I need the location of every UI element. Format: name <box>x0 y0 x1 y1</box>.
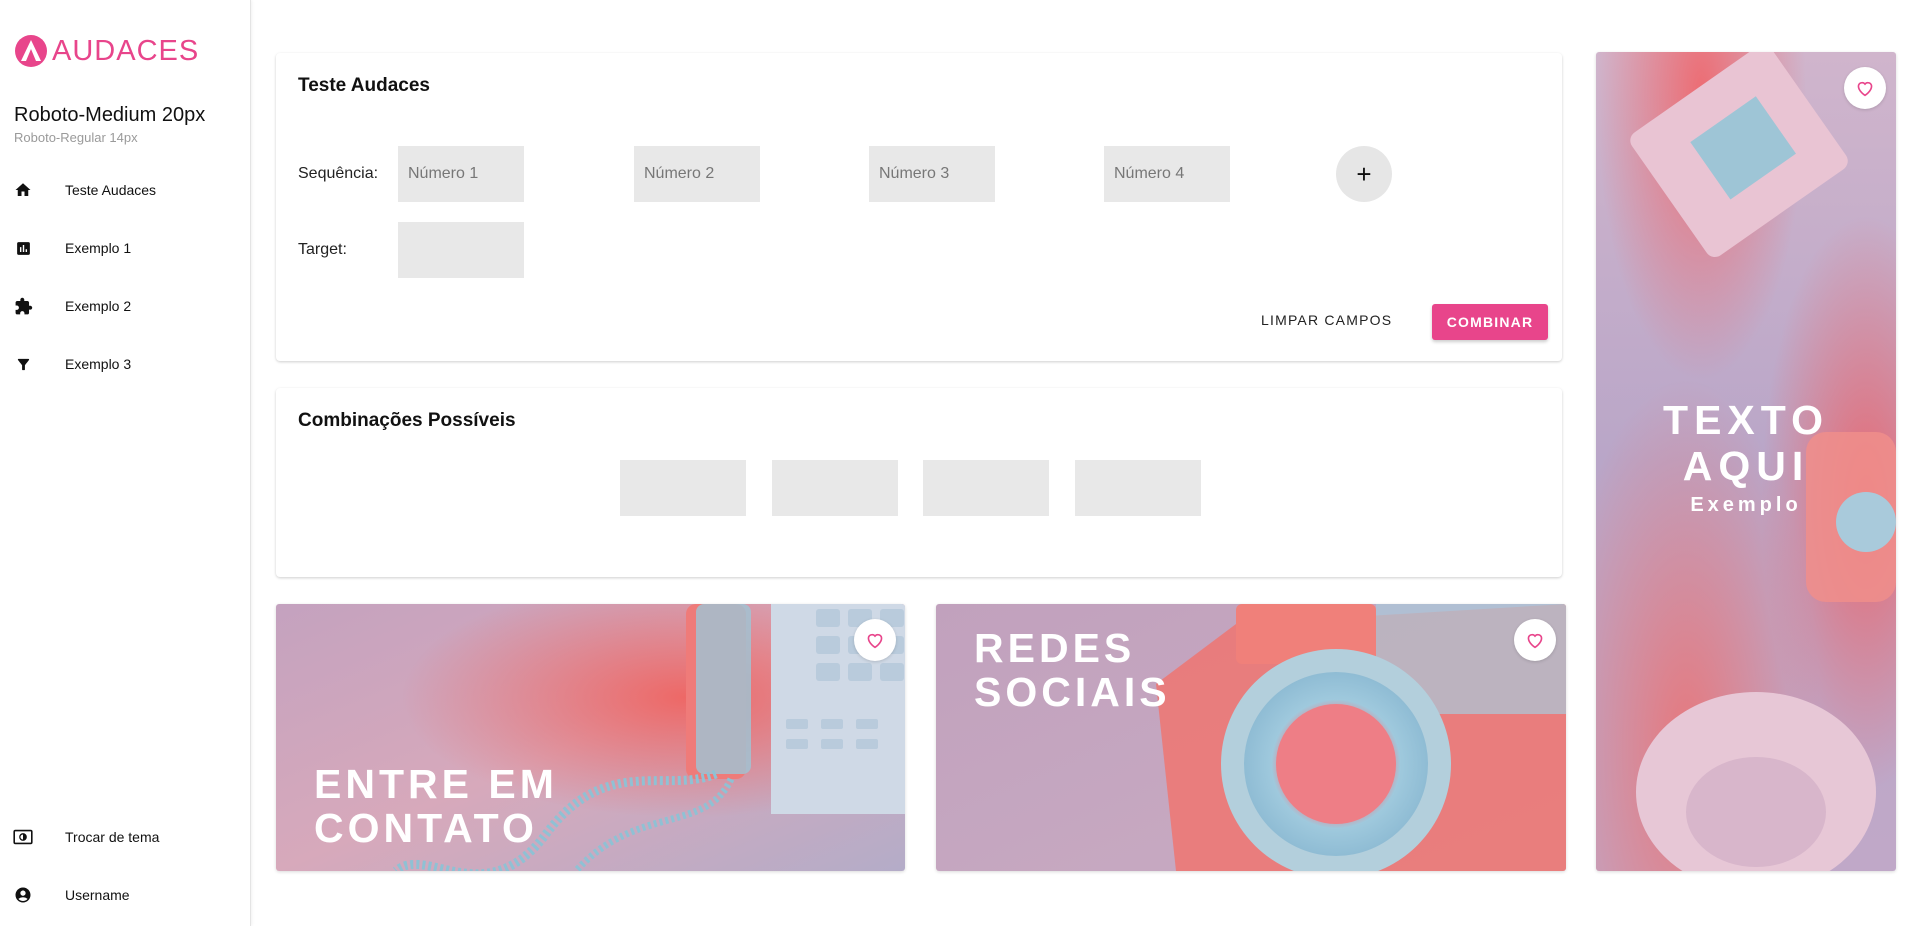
sidebar-item-username[interactable]: Username <box>0 875 250 915</box>
combination-slot <box>772 460 898 516</box>
social-tile-title: REDES SOCIAIS <box>974 625 1171 715</box>
sidebar-item-exemplo-2[interactable]: Exemplo 2 <box>0 286 250 326</box>
sidebar-item-label: Exemplo 2 <box>65 298 132 314</box>
profile-subtitle: Roboto-Regular 14px <box>14 130 138 145</box>
favorite-button[interactable] <box>1844 67 1886 109</box>
sidebar-item-label: Trocar de tema <box>65 829 160 845</box>
highlight-tile-title: TEXTO AQUI <box>1663 397 1829 489</box>
puzzle-icon <box>13 296 33 316</box>
audaces-logo-icon <box>15 35 47 67</box>
clear-fields-button[interactable]: LIMPAR CAMPOS <box>1261 312 1392 328</box>
social-tile[interactable]: REDES SOCIAIS <box>936 604 1566 871</box>
profile-title: Roboto-Medium 20px <box>14 104 206 126</box>
card-title: Teste Audaces <box>298 75 430 96</box>
favorite-button[interactable] <box>1514 619 1556 661</box>
sidebar-item-teste-audaces[interactable]: Teste Audaces <box>0 170 250 210</box>
sidebar-item-label: Username <box>65 887 130 903</box>
heart-icon <box>867 633 883 649</box>
sidebar: AUDACES Roboto-Medium 20px Roboto-Regula… <box>0 0 251 926</box>
sidebar-item-trocar-tema[interactable]: Trocar de tema <box>0 817 250 857</box>
contact-tile-title: ENTRE EM CONTATO <box>314 761 558 851</box>
brand-name: AUDACES <box>52 34 200 67</box>
highlight-tile[interactable]: TEXTO AQUI Exemplo <box>1596 52 1896 871</box>
number-3-input[interactable] <box>869 146 995 202</box>
brand-logo[interactable]: AUDACES <box>14 34 199 68</box>
number-4-input[interactable] <box>1104 146 1230 202</box>
highlight-tile-subtitle: Exemplo <box>1690 494 1802 516</box>
home-icon <box>13 180 33 200</box>
sidebar-item-label: Teste Audaces <box>65 182 157 198</box>
card-title: Combinações Possíveis <box>298 410 516 431</box>
target-label: Target: <box>298 241 347 258</box>
combination-slot <box>923 460 1049 516</box>
number-1-input[interactable] <box>398 146 524 202</box>
sidebar-item-exemplo-1[interactable]: Exemplo 1 <box>0 228 250 268</box>
account-icon <box>13 885 33 905</box>
sequence-form-card: Teste Audaces Sequência: + Target: LIMPA… <box>276 53 1562 361</box>
sequence-label: Sequência: <box>298 165 379 182</box>
combine-button[interactable]: COMBINAR <box>1432 304 1548 340</box>
contact-tile[interactable]: ENTRE EM CONTATO <box>276 604 905 871</box>
sidebar-item-label: Exemplo 1 <box>65 240 132 256</box>
heart-icon <box>1527 633 1543 649</box>
plus-icon: + <box>1356 158 1372 189</box>
number-2-input[interactable] <box>634 146 760 202</box>
heart-icon <box>1857 81 1873 97</box>
favorite-button[interactable] <box>854 619 896 661</box>
theme-toggle-icon <box>13 827 33 847</box>
combinations-card: Combinações Possíveis <box>276 388 1562 577</box>
combination-slot <box>620 460 746 516</box>
combination-slot <box>1075 460 1201 516</box>
target-input[interactable] <box>398 222 524 278</box>
filter-icon <box>13 354 33 374</box>
sidebar-item-label: Exemplo 3 <box>65 356 132 372</box>
add-number-button[interactable]: + <box>1336 146 1392 202</box>
bar-chart-icon <box>13 238 33 258</box>
sidebar-item-exemplo-3[interactable]: Exemplo 3 <box>0 344 250 384</box>
